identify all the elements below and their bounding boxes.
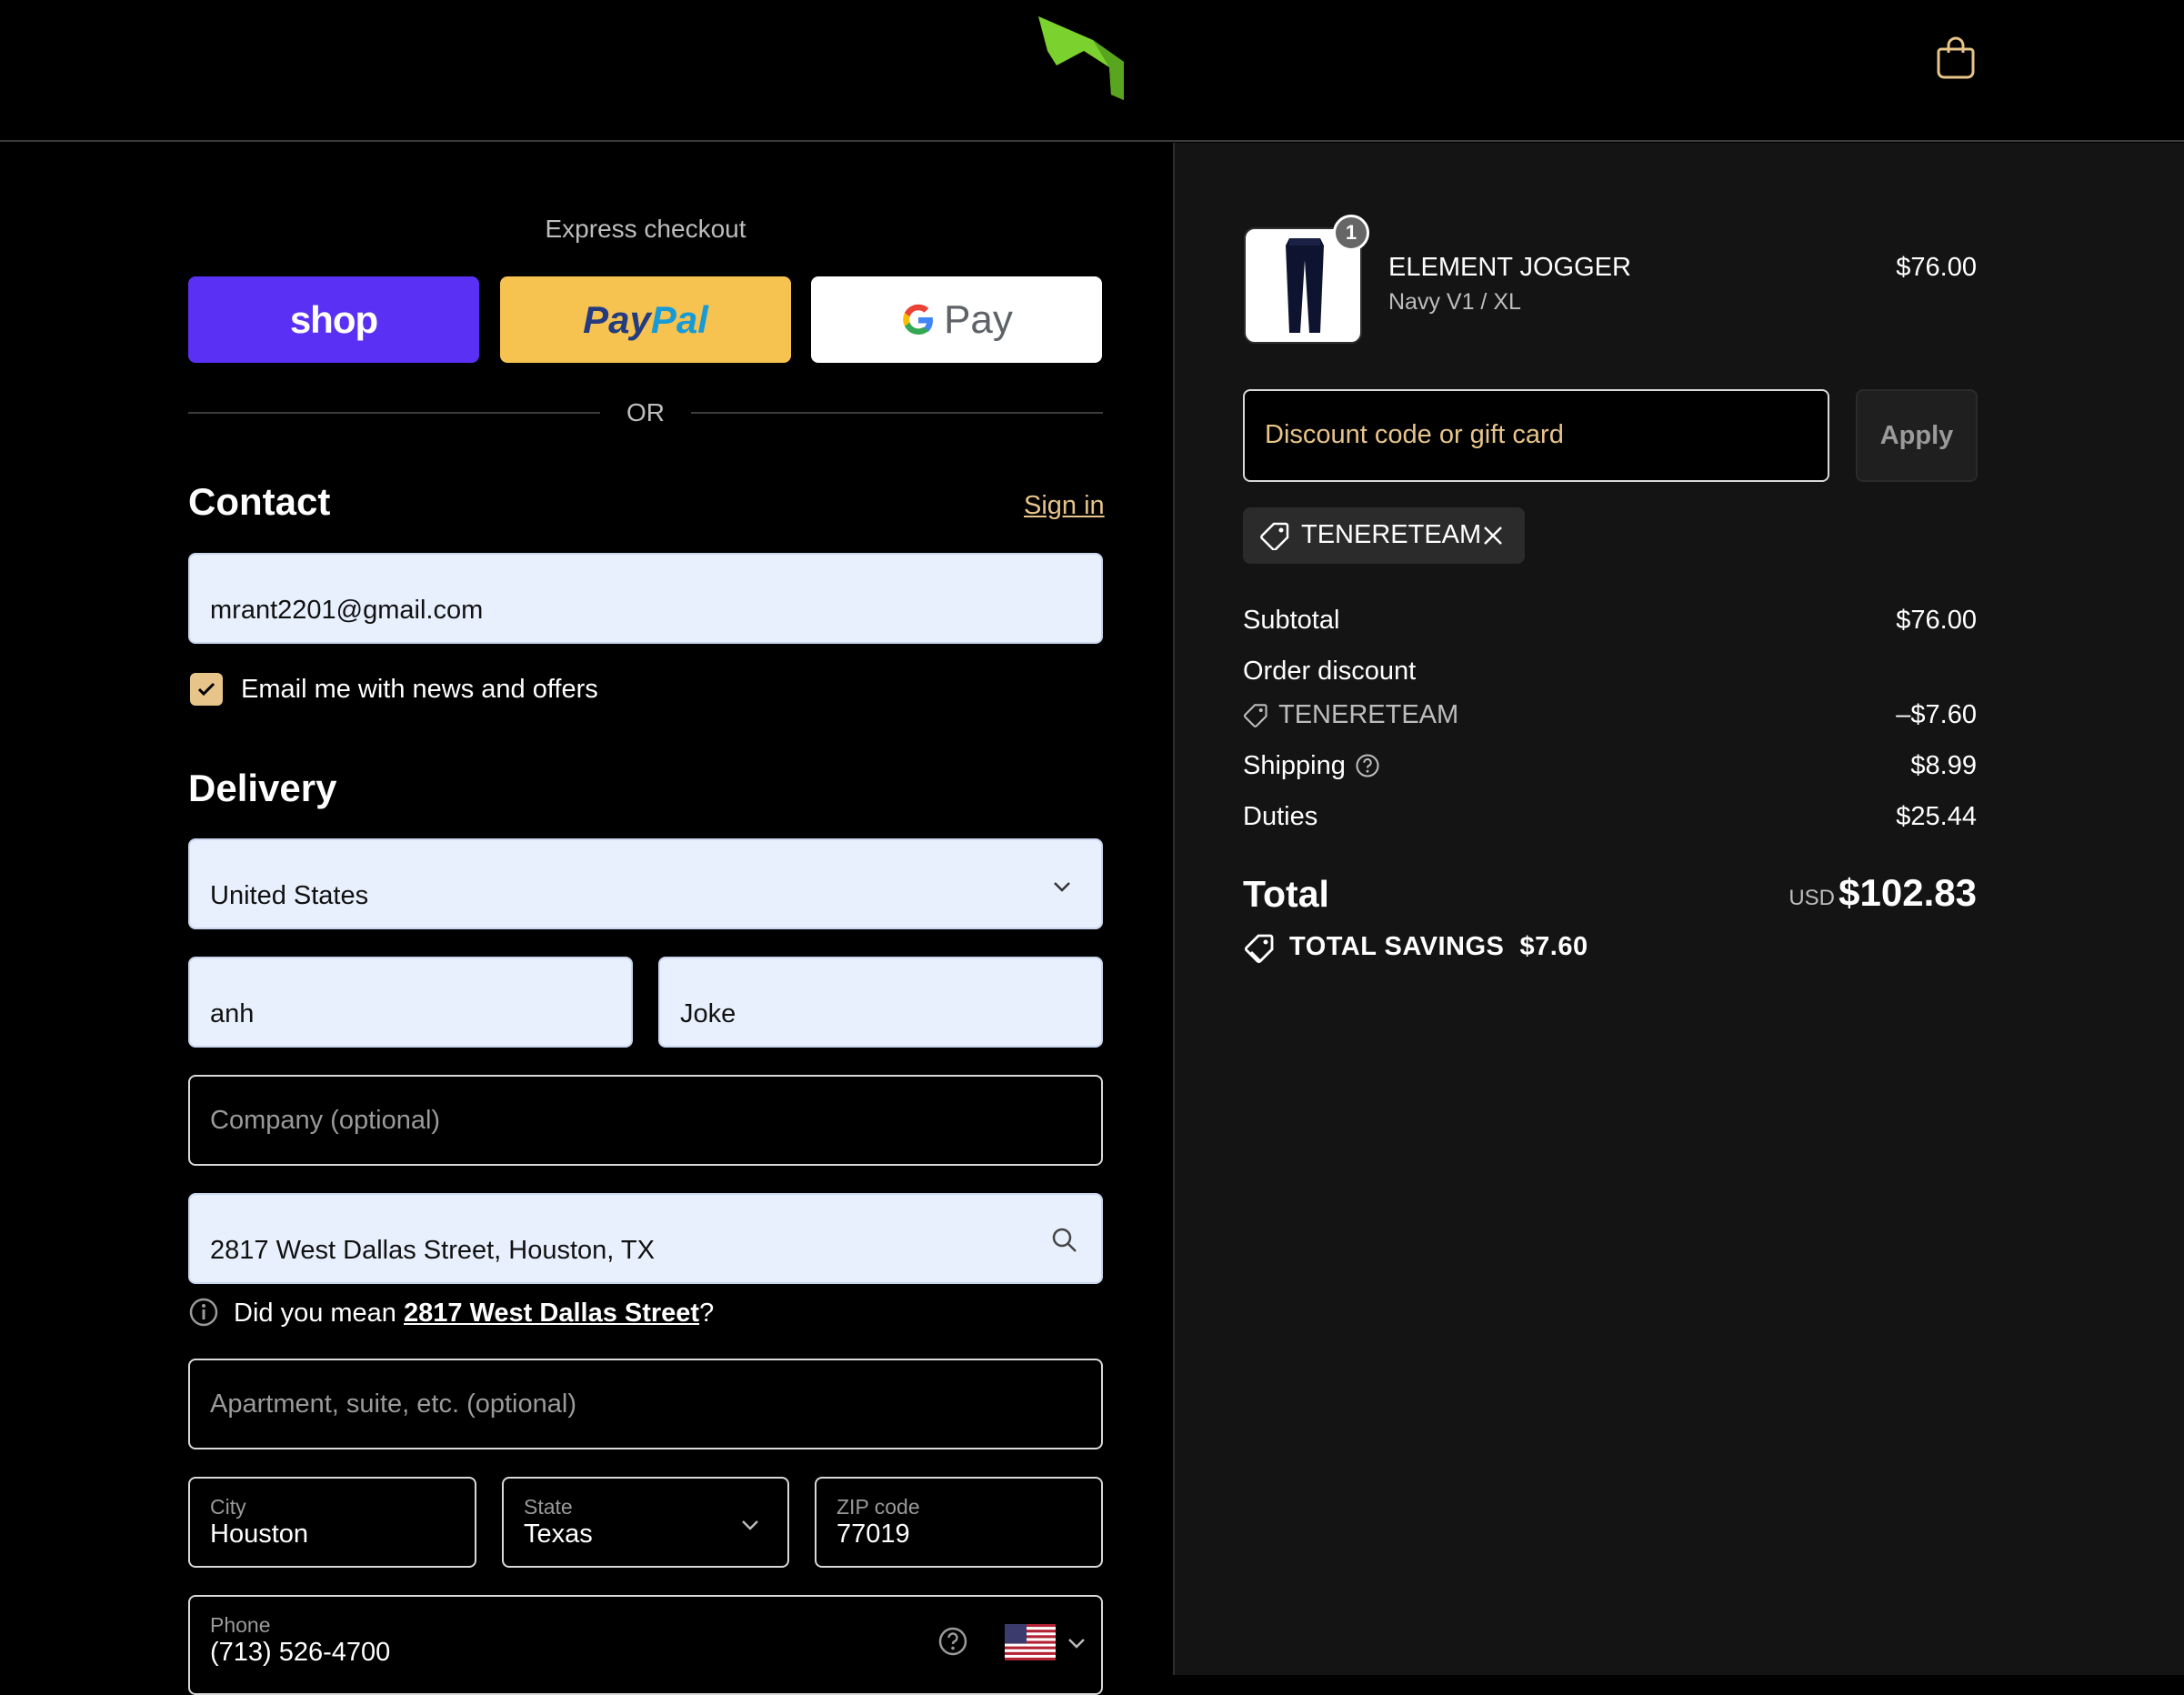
paypal-label-pay: Pay: [583, 297, 651, 341]
paypal-label-pal: Pal: [650, 297, 708, 341]
product-name: ELEMENT JOGGER: [1388, 253, 1631, 282]
or-divider-label: OR: [626, 398, 665, 426]
country-value: United States: [210, 881, 369, 910]
newsletter-label: Email me with news and offers: [241, 675, 598, 704]
phone-value: (713) 526-4700: [210, 1638, 391, 1667]
last-name-field[interactable]: Joke: [658, 957, 1103, 1048]
total-currency: USD: [1788, 886, 1835, 910]
savings-label: TOTAL SAVINGS: [1289, 932, 1505, 961]
last-name-value: Joke: [680, 999, 736, 1028]
total-label: Total: [1243, 873, 1329, 915]
tag-icon: [1260, 522, 1289, 550]
company-placeholder: Company (optional): [210, 1106, 441, 1135]
city-value: Houston: [210, 1519, 309, 1549]
company-field[interactable]: Company (optional): [188, 1075, 1103, 1166]
help-icon[interactable]: [937, 1626, 968, 1657]
discount-code-input[interactable]: Discount code or gift card: [1243, 389, 1829, 482]
google-g-icon: [903, 304, 934, 335]
shop-pay-button[interactable]: shop: [188, 276, 479, 363]
quantity-badge: 1: [1333, 215, 1369, 251]
phone-field[interactable]: Phone (713) 526-4700: [188, 1595, 1103, 1695]
chevron-down-icon: [1054, 882, 1070, 892]
header: [0, 0, 2184, 142]
zip-field[interactable]: ZIP code 77019: [815, 1477, 1103, 1568]
duties-label: Duties: [1243, 802, 1318, 831]
paypal-button[interactable]: Pay Pal: [500, 276, 791, 363]
product-variant: Navy V1 / XL: [1388, 289, 1521, 315]
applied-discount-chip: TENERETEAM: [1243, 507, 1525, 564]
shipping-help-icon[interactable]: [1355, 753, 1380, 778]
state-label: State: [524, 1495, 573, 1519]
brand-logo-icon[interactable]: [1037, 15, 1127, 102]
chevron-down-icon: [1068, 1639, 1085, 1649]
savings-tag-icon: [1244, 934, 1274, 964]
order-discount-code: TENERETEAM: [1278, 700, 1459, 729]
city-label: City: [210, 1495, 246, 1519]
address-field[interactable]: 2817 West Dallas Street, Houston, TX: [188, 1193, 1103, 1284]
apply-label: Apply: [1879, 420, 1954, 450]
contact-heading: Contact: [188, 480, 331, 523]
order-discount-value: –$7.60: [1896, 700, 1977, 729]
express-checkout-title: Express checkout: [545, 215, 746, 243]
chevron-down-icon: [742, 1520, 758, 1530]
email-value: mrant2201@gmail.com: [210, 596, 484, 625]
applied-code-label: TENERETEAM: [1301, 520, 1482, 549]
apartment-placeholder: Apartment, suite, etc. (optional): [210, 1389, 576, 1419]
info-icon: [189, 1298, 218, 1327]
email-field[interactable]: mrant2201@gmail.com: [188, 553, 1103, 644]
zip-label: ZIP code: [837, 1495, 920, 1519]
search-icon[interactable]: [1050, 1226, 1079, 1255]
country-label: Country/Region: [210, 855, 356, 878]
first-name-value: anh: [210, 999, 255, 1028]
address-suggestion: Did you mean 2817 West Dallas Street?: [234, 1299, 714, 1329]
savings-value: $7.60: [1519, 932, 1588, 961]
discount-placeholder: Discount code or gift card: [1265, 420, 1564, 449]
state-select[interactable]: State Texas: [502, 1477, 789, 1568]
google-pay-label: Pay: [944, 296, 1013, 342]
delivery-heading: Delivery: [188, 767, 337, 809]
checkmark-icon: [197, 682, 215, 697]
city-field[interactable]: City Houston: [188, 1477, 476, 1568]
tag-icon: [1243, 704, 1267, 727]
state-value: Texas: [524, 1519, 593, 1549]
divider-right: [691, 412, 1103, 414]
remove-discount-icon[interactable]: [1481, 524, 1505, 547]
phone-label: Phone: [210, 1613, 271, 1637]
zip-value: 77019: [837, 1519, 910, 1549]
subtotal-label: Subtotal: [1243, 606, 1340, 635]
duties-value: $25.44: [1896, 802, 1977, 831]
sign-in-link[interactable]: Sign in: [1024, 491, 1105, 521]
divider-left: [188, 412, 600, 414]
shopping-bag-icon[interactable]: [1937, 35, 1975, 80]
apply-discount-button[interactable]: Apply: [1856, 389, 1978, 482]
shop-pay-label: shop: [289, 297, 378, 341]
shipping-value: $8.99: [1910, 751, 1977, 780]
product-price: $76.00: [1896, 253, 1977, 282]
suggestion-prefix: Did you mean: [234, 1299, 404, 1328]
first-name-field[interactable]: anh: [188, 957, 633, 1048]
total-savings: TOTAL SAVINGS $7.60: [1289, 932, 1588, 962]
subtotal-value: $76.00: [1896, 606, 1977, 635]
newsletter-checkbox[interactable]: [190, 673, 223, 706]
order-discount-label: Order discount: [1243, 657, 1417, 686]
us-flag-icon[interactable]: [1005, 1624, 1056, 1660]
shipping-label: Shipping: [1243, 751, 1346, 780]
apartment-field[interactable]: Apartment, suite, etc. (optional): [188, 1359, 1103, 1449]
suggestion-suffix: ?: [699, 1299, 715, 1328]
country-select[interactable]: Country/Region United States: [188, 838, 1103, 929]
address-value: 2817 West Dallas Street, Houston, TX: [210, 1236, 655, 1265]
suggestion-link[interactable]: 2817 West Dallas Street: [404, 1299, 699, 1328]
total-value: $102.83: [1838, 871, 1977, 914]
google-pay-button[interactable]: Pay: [811, 276, 1102, 363]
